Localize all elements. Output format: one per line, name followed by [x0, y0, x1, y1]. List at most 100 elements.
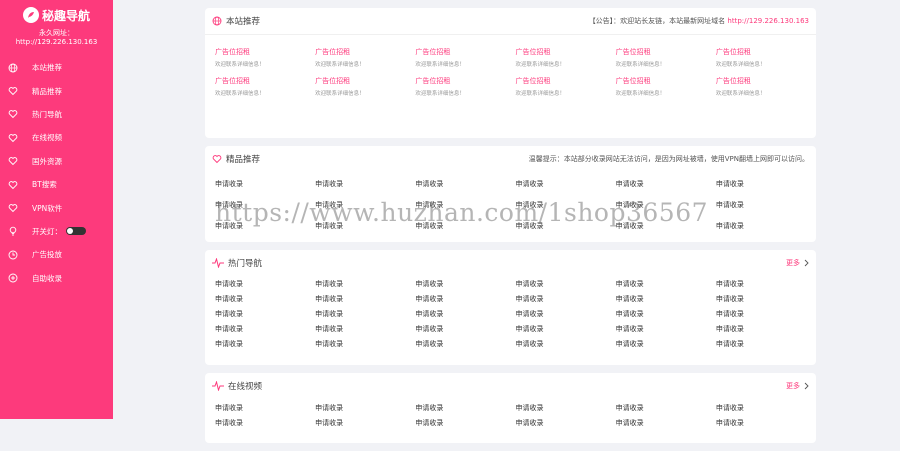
link-item[interactable]: 申请收录 [515, 216, 615, 237]
link-item[interactable]: 申请收录 [215, 322, 315, 337]
link-item[interactable]: 申请收录 [415, 307, 515, 322]
ad-slot[interactable]: 广告位招租 欢迎联系详细信息！ [315, 68, 415, 97]
link-item[interactable]: 申请收录 [716, 322, 816, 337]
sidebar-item-video[interactable]: 在线视频 [0, 126, 113, 149]
sidebar-item-label: 自助收录 [32, 273, 62, 283]
link-item[interactable]: 申请收录 [315, 195, 415, 216]
link-item[interactable]: 申请收录 [515, 195, 615, 216]
link-item[interactable]: 申请收录 [215, 195, 315, 216]
sidebar-item-hot[interactable]: 热门导航 [0, 103, 113, 126]
notice-url[interactable]: http://129.226.130.163 [727, 17, 809, 25]
ad-slot[interactable]: 广告位招租 欢迎联系详细信息！ [415, 68, 515, 97]
ad-slot[interactable]: 广告位招租 欢迎联系详细信息！ [716, 39, 816, 68]
link-item[interactable]: 申请收录 [716, 307, 816, 322]
sidebar-item-label: 开关灯： [32, 226, 62, 236]
sidebar-item-ads[interactable]: 广告投放 [0, 243, 113, 266]
link-item[interactable]: 申请收录 [215, 277, 315, 292]
link-item[interactable]: 申请收录 [515, 292, 615, 307]
ad-slot[interactable]: 广告位招租 欢迎联系详细信息！ [215, 39, 315, 68]
link-item[interactable]: 申请收录 [315, 292, 415, 307]
globe-icon [7, 62, 18, 73]
link-item[interactable]: 申请收录 [215, 416, 315, 431]
ad-slot[interactable]: 广告位招租 欢迎联系详细信息！ [515, 68, 615, 97]
light-toggle[interactable] [66, 227, 86, 236]
ad-slot[interactable]: 广告位招租 欢迎联系详细信息！ [315, 39, 415, 68]
ad-subtitle: 欢迎联系详细信息！ [515, 62, 565, 68]
ad-slot[interactable]: 广告位招租 欢迎联系详细信息！ [215, 68, 315, 97]
link-item[interactable]: 申请收录 [315, 277, 415, 292]
link-item[interactable]: 申请收录 [415, 337, 515, 352]
sidebar-item-featured[interactable]: 精品推荐 [0, 79, 113, 102]
link-item[interactable]: 申请收录 [315, 307, 415, 322]
link-item[interactable]: 申请收录 [616, 216, 716, 237]
link-item[interactable]: 申请收录 [515, 337, 615, 352]
link-item[interactable]: 申请收录 [515, 416, 615, 431]
ad-subtitle: 欢迎联系详细信息！ [315, 91, 365, 97]
ad-subtitle: 欢迎联系详细信息！ [715, 62, 766, 68]
heart-icon [7, 179, 18, 190]
link-item[interactable]: 申请收录 [716, 416, 816, 431]
link-item[interactable]: 申请收录 [716, 337, 816, 352]
link-item[interactable]: 申请收录 [616, 322, 716, 337]
ad-slot[interactable]: 广告位招租 欢迎联系详细信息！ [515, 39, 615, 68]
sidebar-item-bt[interactable]: BT搜索 [0, 173, 113, 196]
section-title: 在线视频 [212, 380, 262, 392]
link-item[interactable]: 申请收录 [616, 277, 716, 292]
link-item[interactable]: 申请收录 [616, 307, 716, 322]
link-item[interactable]: 申请收录 [315, 416, 415, 431]
link-item[interactable]: 申请收录 [415, 322, 515, 337]
link-item[interactable]: 申请收录 [716, 174, 816, 195]
link-item[interactable]: 申请收录 [515, 277, 615, 292]
link-item[interactable]: 申请收录 [616, 401, 716, 416]
ad-slot[interactable]: 广告位招租 欢迎联系详细信息！ [716, 68, 816, 97]
link-item[interactable]: 申请收录 [315, 322, 415, 337]
ad-subtitle: 欢迎联系详细信息！ [415, 62, 465, 68]
link-item[interactable]: 申请收录 [515, 401, 615, 416]
more-link[interactable]: 更多 [786, 381, 809, 391]
link-item[interactable]: 申请收录 [515, 322, 615, 337]
link-item[interactable]: 申请收录 [215, 174, 315, 195]
ad-slot[interactable]: 广告位招租 欢迎联系详细信息！ [415, 39, 515, 68]
link-item[interactable]: 申请收录 [315, 174, 415, 195]
link-item[interactable]: 申请收录 [616, 337, 716, 352]
link-grid: 申请收录 申请收录 申请收录 申请收录 申请收录 申请收录 申请收录 申请收录 … [205, 172, 816, 237]
sidebar-item-label: 精品推荐 [32, 86, 62, 96]
link-item[interactable]: 申请收录 [415, 195, 515, 216]
link-item[interactable]: 申请收录 [415, 277, 515, 292]
sidebar-item-submit[interactable]: 自助收录 [0, 267, 113, 290]
sidebar-item-foreign[interactable]: 国外资源 [0, 150, 113, 173]
link-item[interactable]: 申请收录 [315, 337, 415, 352]
link-item[interactable]: 申请收录 [616, 174, 716, 195]
link-item[interactable]: 申请收录 [415, 401, 515, 416]
link-item[interactable]: 申请收录 [716, 216, 816, 237]
link-item[interactable]: 申请收录 [215, 307, 315, 322]
link-item[interactable]: 申请收录 [415, 416, 515, 431]
link-item[interactable]: 申请收录 [616, 416, 716, 431]
link-item[interactable]: 申请收录 [215, 292, 315, 307]
site-logo[interactable]: 秘趣导航 [0, 2, 113, 28]
link-item[interactable]: 申请收录 [716, 292, 816, 307]
ad-slot[interactable]: 广告位招租 欢迎联系详细信息！ [616, 68, 716, 97]
ad-slot[interactable]: 广告位招租 欢迎联系详细信息！ [616, 39, 716, 68]
link-item[interactable]: 申请收录 [716, 277, 816, 292]
ad-subtitle: 欢迎联系详细信息！ [515, 91, 565, 97]
link-item[interactable]: 申请收录 [415, 292, 515, 307]
link-item[interactable]: 申请收录 [716, 401, 816, 416]
sidebar-item-vpn[interactable]: VPN软件 [0, 196, 113, 219]
section-title-text: 本站推荐 [226, 17, 261, 27]
link-item[interactable]: 申请收录 [215, 216, 315, 237]
link-item[interactable]: 申请收录 [215, 337, 315, 352]
link-item[interactable]: 申请收录 [515, 174, 615, 195]
link-item[interactable]: 申请收录 [515, 307, 615, 322]
link-item[interactable]: 申请收录 [415, 216, 515, 237]
ad-title: 广告位招租 [415, 77, 451, 85]
link-item[interactable]: 申请收录 [315, 401, 415, 416]
link-item[interactable]: 申请收录 [315, 216, 415, 237]
link-item[interactable]: 申请收录 [616, 195, 716, 216]
link-item[interactable]: 申请收录 [616, 292, 716, 307]
more-link[interactable]: 更多 [786, 258, 809, 268]
link-item[interactable]: 申请收录 [716, 195, 816, 216]
link-item[interactable]: 申请收录 [415, 174, 515, 195]
link-item[interactable]: 申请收录 [215, 401, 315, 416]
sidebar-item-recommend[interactable]: 本站推荐 [0, 56, 113, 79]
